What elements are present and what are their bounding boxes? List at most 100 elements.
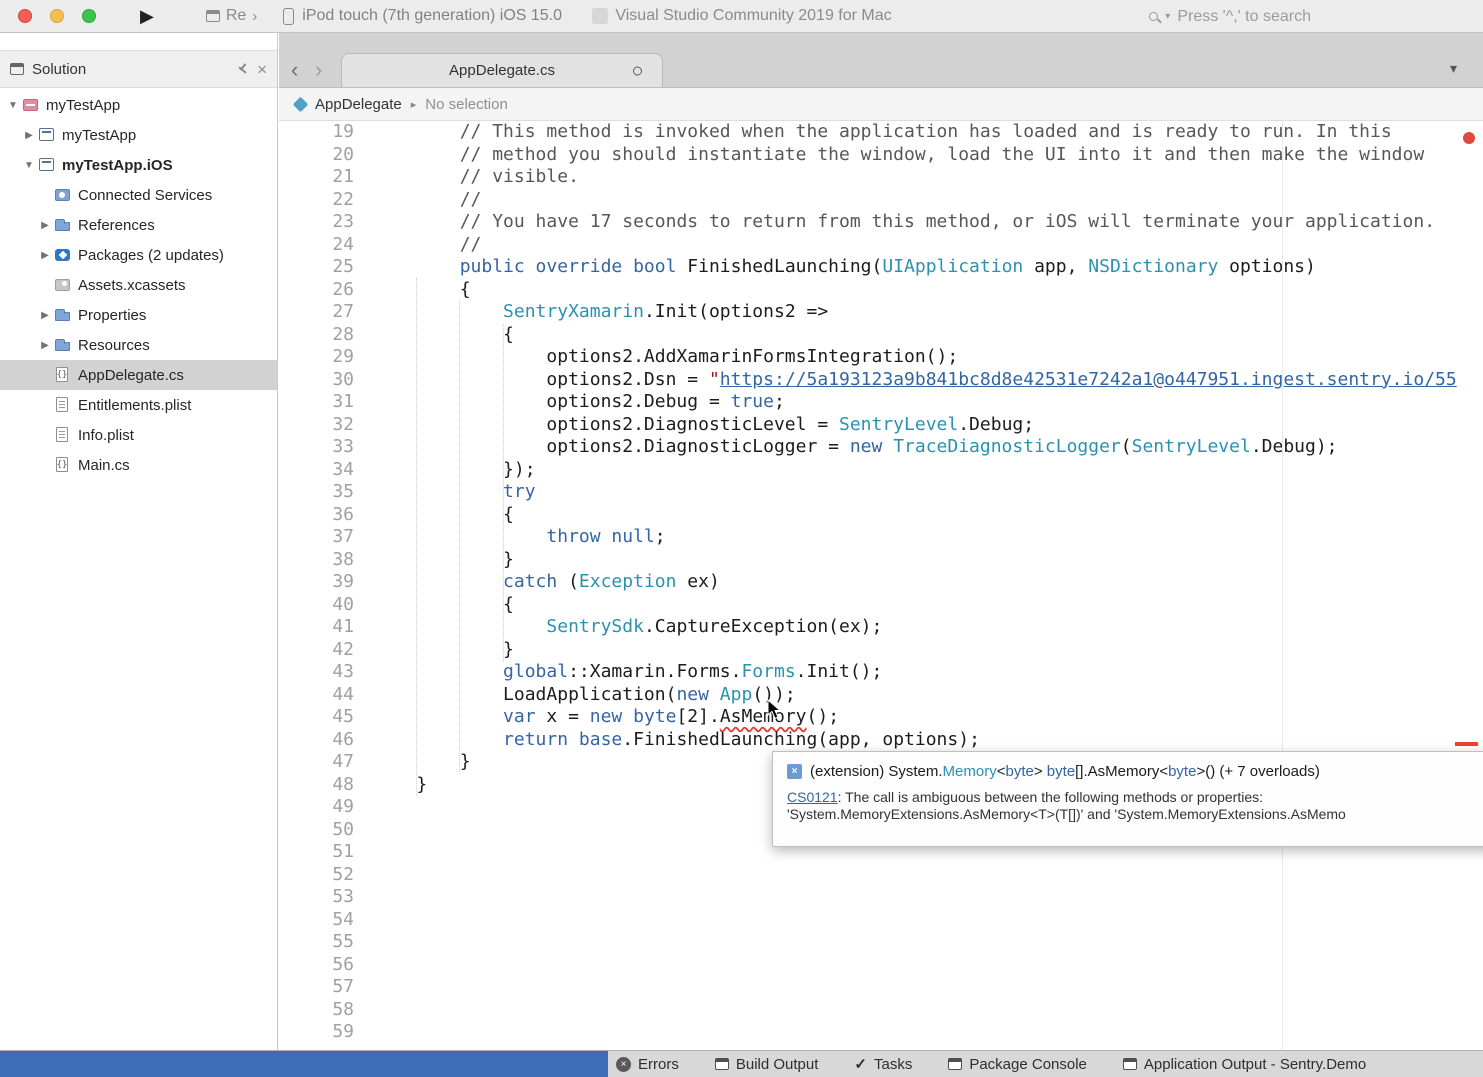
- statusbar-item-label: Errors: [638, 1056, 679, 1073]
- code-token: options): [1218, 256, 1316, 277]
- errors-icon: [616, 1057, 631, 1072]
- code-token: .Init(options2 =>: [644, 301, 828, 322]
- code-token: new: [850, 436, 883, 457]
- line-number: 41: [279, 616, 354, 639]
- line-number: 31: [279, 391, 354, 414]
- sidebar-item-packages-2-updates[interactable]: ▶ Packages (2 updates): [0, 240, 277, 270]
- sidebar-item-connected-services[interactable]: Connected Services: [0, 180, 277, 210]
- assets-icon: [54, 277, 71, 293]
- code-line[interactable]: 20 // method you should instantiate the …: [279, 144, 1483, 167]
- error-code-link[interactable]: CS0121: [787, 789, 838, 805]
- pin-pad-icon[interactable]: [237, 63, 249, 75]
- error-marker-icon[interactable]: [1463, 132, 1475, 144]
- device-selector[interactable]: iPod touch (7th generation) iOS 15.0: [283, 7, 562, 25]
- tab-appdelegate[interactable]: AppDelegate.cs: [341, 53, 663, 87]
- code-line[interactable]: 24 //: [279, 234, 1483, 257]
- code-line[interactable]: 56: [279, 954, 1483, 977]
- code-token: }: [373, 639, 514, 660]
- disclosure-triangle-icon[interactable]: ▶: [36, 340, 54, 351]
- code-line-text: // method you should instantiate the win…: [373, 144, 1424, 167]
- build-configuration-selector[interactable]: Re ›: [206, 7, 257, 25]
- code-line[interactable]: 26 {: [279, 279, 1483, 302]
- code-line[interactable]: 21 // visible.: [279, 166, 1483, 189]
- disclosure-triangle-icon[interactable]: ▶: [36, 220, 54, 231]
- line-number: 20: [279, 144, 354, 167]
- statusbar-item-tasks[interactable]: Tasks: [854, 1055, 912, 1073]
- code-line-text: //: [373, 189, 481, 212]
- zoom-window-button[interactable]: [82, 9, 96, 23]
- code-token: FinishedLaunching(: [676, 256, 882, 277]
- code-token: ;: [655, 526, 666, 547]
- macos-titlebar: ▶ Re › iPod touch (7th generation) iOS 1…: [0, 0, 1483, 33]
- code-token: UIApplication: [882, 256, 1023, 277]
- line-number: 38: [279, 549, 354, 572]
- statusbar-item-application-output-sentry-demo[interactable]: Application Output - Sentry.Demo: [1123, 1056, 1366, 1073]
- code-line[interactable]: 19 // This method is invoked when the ap…: [279, 121, 1483, 144]
- minimize-window-button[interactable]: [50, 9, 64, 23]
- code-token: ex): [676, 571, 719, 592]
- statusbar-item-errors[interactable]: Errors: [616, 1056, 679, 1073]
- sidebar-item-mytestapp[interactable]: ▼ myTestApp: [0, 90, 277, 120]
- scrollbar-error-marker[interactable]: [1455, 742, 1478, 746]
- code-token: [2].: [676, 706, 719, 727]
- code-token: SentrySdk: [546, 616, 644, 637]
- code-token: options2.Dsn =: [373, 369, 709, 390]
- code-line[interactable]: 53: [279, 886, 1483, 909]
- disclosure-triangle-icon[interactable]: ▶: [20, 130, 38, 141]
- sidebar-item-assets-xcassets[interactable]: Assets.xcassets: [0, 270, 277, 300]
- close-window-button[interactable]: [18, 9, 32, 23]
- code-line[interactable]: 54: [279, 909, 1483, 932]
- statusbar-item-build-output[interactable]: Build Output: [715, 1056, 819, 1073]
- code-line[interactable]: 23 // You have 17 seconds to return from…: [279, 211, 1483, 234]
- window-icon: [206, 10, 220, 22]
- sidebar-item-appdelegate-cs[interactable]: AppDelegate.cs: [0, 360, 277, 390]
- disclosure-triangle-icon[interactable]: ▶: [36, 250, 54, 261]
- line-number: 23: [279, 211, 354, 234]
- search-field[interactable]: ▾ Press '^,' to search: [1149, 0, 1311, 33]
- code-line[interactable]: 55: [279, 931, 1483, 954]
- plist-file-icon: [54, 427, 71, 443]
- code-token: byte: [1168, 763, 1196, 780]
- code-editor[interactable]: 19 // This method is invoked when the ap…: [279, 121, 1483, 1050]
- disclosure-triangle-icon[interactable]: ▼: [20, 160, 38, 171]
- sidebar-item-references[interactable]: ▶ References: [0, 210, 277, 240]
- line-number: 50: [279, 819, 354, 842]
- sidebar-item-main-cs[interactable]: Main.cs: [0, 450, 277, 480]
- window-icon: [1123, 1058, 1137, 1070]
- sidebar-item-label: Packages (2 updates): [78, 247, 224, 264]
- tab-modified-indicator[interactable]: [633, 66, 642, 75]
- disclosure-triangle-icon[interactable]: ▶: [36, 310, 54, 321]
- code-token: {: [373, 504, 514, 525]
- code-line[interactable]: 52: [279, 864, 1483, 887]
- code-line[interactable]: 25 public override bool FinishedLaunchin…: [279, 256, 1483, 279]
- code-line[interactable]: 22 //: [279, 189, 1483, 212]
- sidebar-item-mytestapp-ios[interactable]: ▼myTestApp.iOS: [0, 150, 277, 180]
- run-button[interactable]: ▶: [140, 7, 154, 25]
- code-line[interactable]: 59: [279, 1021, 1483, 1044]
- breadcrumb-type[interactable]: AppDelegate: [315, 96, 402, 113]
- statusbar-item-package-console[interactable]: Package Console: [948, 1056, 1087, 1073]
- line-number: 59: [279, 1021, 354, 1044]
- navigate-forward-button[interactable]: ›: [315, 59, 322, 81]
- sidebar-item-mytestapp[interactable]: ▶myTestApp: [0, 120, 277, 150]
- code-token: (: [557, 571, 579, 592]
- code-token: [373, 301, 503, 322]
- breadcrumb-selection[interactable]: No selection: [425, 96, 508, 113]
- code-token: [].AsMemory<: [1075, 763, 1168, 780]
- solution-pad: Solution × ▼myTestApp▶myTestApp▼myTestAp…: [0, 33, 278, 1050]
- close-pad-icon[interactable]: ×: [257, 61, 267, 78]
- navigate-back-button[interactable]: ‹: [291, 59, 298, 81]
- statusbar-item-label: Build Output: [736, 1056, 819, 1073]
- tab-overflow-dropdown[interactable]: ▾: [1450, 60, 1457, 77]
- code-line[interactable]: 58: [279, 999, 1483, 1022]
- sidebar-item-label: myTestApp: [46, 97, 120, 114]
- sidebar-item-info-plist[interactable]: Info.plist: [0, 420, 277, 450]
- sidebar-item-entitlements-plist[interactable]: Entitlements.plist: [0, 390, 277, 420]
- sidebar-item-properties[interactable]: ▶Properties: [0, 300, 277, 330]
- sidebar-item-resources[interactable]: ▶Resources: [0, 330, 277, 360]
- code-token: SentryXamarin: [503, 301, 644, 322]
- code-token: throw: [546, 526, 600, 547]
- disclosure-triangle-icon[interactable]: ▼: [4, 100, 22, 111]
- sidebar-item-label: References: [78, 217, 155, 234]
- code-line[interactable]: 57: [279, 976, 1483, 999]
